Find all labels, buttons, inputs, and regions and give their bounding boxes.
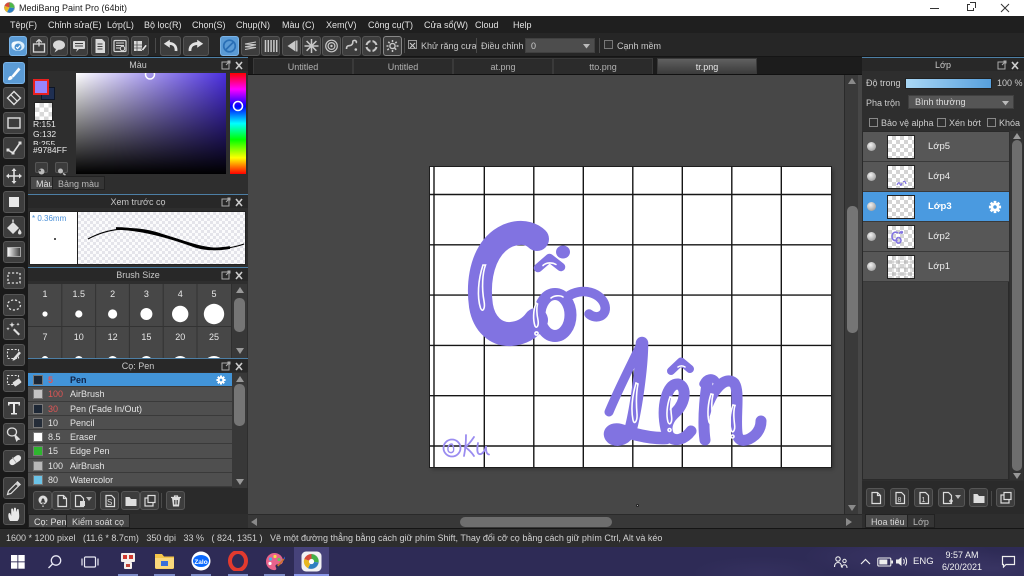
svg-text:12: 12 xyxy=(108,332,118,342)
svg-text:8: 8 xyxy=(898,497,902,504)
svg-text:1: 1 xyxy=(922,497,926,504)
svg-text:1.5: 1.5 xyxy=(73,289,86,299)
svg-text:S: S xyxy=(107,498,112,507)
svg-text:5: 5 xyxy=(211,289,216,299)
svg-text:25: 25 xyxy=(209,332,219,342)
svg-text:Zalo: Zalo xyxy=(194,559,207,566)
svg-text:4: 4 xyxy=(178,289,183,299)
svg-text:2: 2 xyxy=(110,289,115,299)
svg-text:3: 3 xyxy=(144,289,149,299)
svg-text:10: 10 xyxy=(74,332,84,342)
svg-text:15: 15 xyxy=(141,332,151,342)
svg-text:20: 20 xyxy=(175,332,185,342)
svg-text:1: 1 xyxy=(42,289,47,299)
svg-text:7: 7 xyxy=(42,332,47,342)
